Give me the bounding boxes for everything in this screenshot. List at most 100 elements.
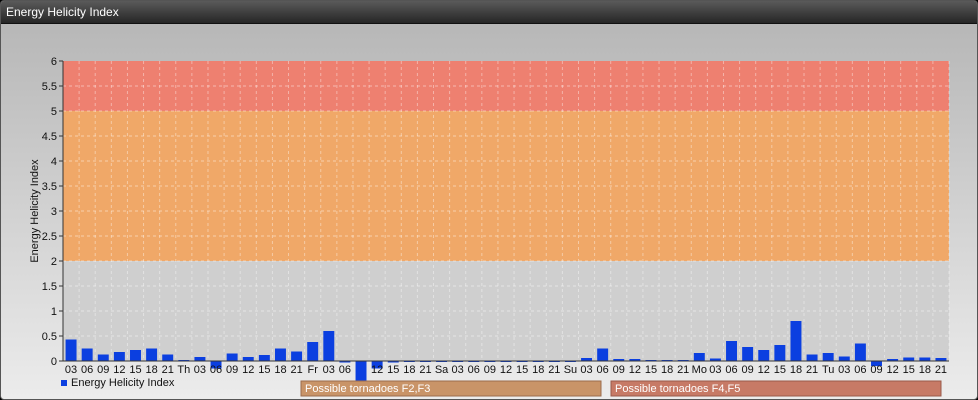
- x-tick-label: 03: [838, 364, 850, 376]
- bar: [81, 348, 93, 361]
- x-tick-label: 12: [242, 364, 254, 376]
- x-tick-label: 21: [677, 364, 689, 376]
- x-tick-label: 18: [274, 364, 286, 376]
- x-tick-label: Th: [177, 364, 190, 376]
- bar: [854, 343, 866, 361]
- y-tick-label: 3.5: [42, 181, 57, 193]
- bar: [758, 350, 770, 361]
- x-tick-label: 06: [725, 364, 737, 376]
- y-tick-label: 2: [51, 256, 57, 268]
- x-tick-label: 21: [290, 364, 302, 376]
- x-tick-label: 03: [580, 364, 592, 376]
- x-tick-label: 15: [774, 364, 786, 376]
- bar: [291, 351, 303, 361]
- x-tick-label: 12: [886, 364, 898, 376]
- bar: [822, 353, 834, 361]
- x-tick-label: 06: [210, 364, 222, 376]
- bar: [307, 342, 319, 361]
- bar: [258, 355, 270, 361]
- x-tick-label: 06: [468, 364, 480, 376]
- y-tick-label: 4: [51, 156, 57, 168]
- y-tick-label: 1: [51, 306, 57, 318]
- y-tick-label: 4.5: [42, 131, 57, 143]
- bar: [274, 348, 286, 361]
- x-tick-label: 21: [935, 364, 947, 376]
- bar: [774, 345, 786, 361]
- x-tick-label: 21: [548, 364, 560, 376]
- x-tick-label: 03: [323, 364, 335, 376]
- x-tick-label: 09: [97, 364, 109, 376]
- chart-svg: 0 0.5 1 1.5 2 2.5 3 3.5 4 4.5 5 5.5 6 03 06 09 12 15 18 21…: [29, 56, 950, 397]
- y-tick-label: 0.5: [42, 331, 57, 343]
- bar: [97, 354, 109, 361]
- x-tick-label: 12: [758, 364, 770, 376]
- x-tick-label: 06: [339, 364, 351, 376]
- x-tick-label: 12: [113, 364, 125, 376]
- y-tick-label: 6: [51, 56, 57, 68]
- x-tick-label: 09: [870, 364, 882, 376]
- bar: [226, 353, 238, 361]
- x-tick-label: 06: [81, 364, 93, 376]
- x-tick-label: 18: [919, 364, 931, 376]
- bar: [806, 354, 818, 361]
- x-tick-label: 09: [613, 364, 625, 376]
- x-tick-label: 18: [790, 364, 802, 376]
- x-tick-label: 03: [709, 364, 721, 376]
- bar: [597, 348, 609, 361]
- bar: [323, 331, 335, 361]
- chart-panel: Energy Helicity Index 0 0.5 1 1.5 2 2.5 3 3.5 4 4…: [0, 0, 978, 400]
- bar: [242, 357, 254, 361]
- bar: [113, 352, 125, 361]
- x-tick-label: Su: [564, 364, 577, 376]
- x-tick-label: 15: [516, 364, 528, 376]
- y-tick-label: 5.5: [42, 81, 57, 93]
- y-axis-label: Energy Helicity Index: [29, 159, 41, 263]
- legend-swatch: [61, 380, 67, 386]
- x-tick-label: 12: [629, 364, 641, 376]
- x-tick-label: 15: [387, 364, 399, 376]
- y-tick-label: 5: [51, 106, 57, 118]
- bar: [742, 347, 754, 361]
- x-tick-label: 09: [226, 364, 238, 376]
- x-tick-label: 09: [742, 364, 754, 376]
- bar: [693, 353, 705, 361]
- y-tick-label: 2.5: [42, 231, 57, 243]
- bar: [355, 361, 367, 382]
- legend-label: Energy Helicity Index: [71, 377, 175, 389]
- y-tick-label: 0: [51, 356, 57, 368]
- bar: [162, 354, 174, 361]
- x-tick-label: 06: [597, 364, 609, 376]
- bar: [726, 341, 738, 361]
- x-tick-label: 09: [484, 364, 496, 376]
- x-tick-label: 15: [129, 364, 141, 376]
- bar: [790, 321, 802, 361]
- bar: [146, 348, 158, 361]
- y-tick-label: 1.5: [42, 281, 57, 293]
- x-tick-label: 03: [194, 364, 206, 376]
- x-tick-label: 21: [806, 364, 818, 376]
- x-tick-label: 21: [162, 364, 174, 376]
- bar: [194, 357, 206, 361]
- x-tick-label: Tu: [822, 364, 834, 376]
- x-tick-label: 15: [645, 364, 657, 376]
- x-tick-label: 18: [532, 364, 544, 376]
- x-tick-label: 18: [145, 364, 157, 376]
- bar: [903, 357, 915, 361]
- x-tick-label: Fr: [307, 364, 318, 376]
- x-tick-label: 18: [661, 364, 673, 376]
- zone-f4f5-label: Possible tornadoes F4,F5: [615, 383, 740, 395]
- zone-f2f3-label: Possible tornadoes F2,F3: [305, 383, 430, 395]
- bar: [130, 350, 141, 361]
- y-tick-label: 3: [51, 206, 57, 218]
- x-tick-label: 03: [65, 364, 77, 376]
- bar: [65, 339, 77, 361]
- x-tick-label: 21: [419, 364, 431, 376]
- bar: [838, 356, 850, 361]
- x-tick-label: 12: [500, 364, 512, 376]
- x-tick-label: Sa: [435, 364, 449, 376]
- x-tick-label: 12: [371, 364, 383, 376]
- x-tick-label: 06: [854, 364, 866, 376]
- bar: [919, 357, 931, 361]
- x-tick-label: 15: [258, 364, 270, 376]
- x-tick-label: 15: [903, 364, 915, 376]
